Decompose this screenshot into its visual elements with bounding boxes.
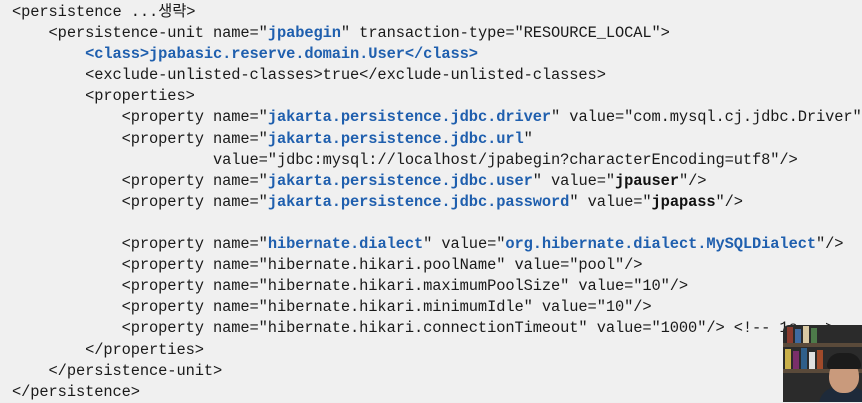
webcam-thumbnail bbox=[783, 325, 862, 402]
code-line: </persistence-unit> bbox=[12, 361, 862, 382]
code-line: <persistence-unit name="jpabegin" transa… bbox=[12, 23, 862, 44]
code-line: <property name="hibernate.hikari.connect… bbox=[12, 318, 862, 339]
code-text: "/> bbox=[678, 171, 707, 190]
code-line: </persistence> bbox=[12, 382, 862, 403]
book-icon bbox=[787, 327, 793, 343]
book-icon bbox=[793, 351, 799, 369]
code-text: "/> bbox=[815, 235, 844, 254]
code-line: <exclude-unlisted-classes>true</exclude-… bbox=[12, 65, 862, 86]
book-icon bbox=[809, 352, 815, 369]
code-text: <property name=" bbox=[12, 235, 268, 254]
value-token: jpapass bbox=[651, 192, 716, 211]
code-line: </properties> bbox=[12, 340, 862, 361]
highlighted-token: jakarta.persistence.jdbc.url bbox=[267, 129, 524, 148]
code-text: " value=" bbox=[569, 192, 652, 211]
code-text: <properties> bbox=[12, 87, 195, 106]
code-line: <property name="hibernate.hikari.minimum… bbox=[12, 297, 862, 318]
code-text: <property name=" bbox=[12, 171, 268, 190]
highlighted-token: hibernate.dialect bbox=[267, 235, 424, 254]
code-text: " value=" bbox=[532, 171, 615, 190]
code-line: <property name="jakarta.persistence.jdbc… bbox=[12, 107, 862, 128]
code-text: <property name=" bbox=[12, 192, 268, 211]
code-text: <property name="hibernate.hikari.connect… bbox=[12, 319, 835, 338]
book-icon bbox=[801, 348, 807, 369]
code-text: <exclude-unlisted-classes>true</exclude-… bbox=[12, 66, 606, 85]
code-text: <property name=" bbox=[12, 129, 268, 148]
presenter-hair bbox=[827, 353, 861, 369]
highlighted-token: jpabegin bbox=[267, 24, 341, 43]
xml-code-block: <persistence ...생략> <persistence-unit na… bbox=[12, 2, 862, 403]
book-icon bbox=[803, 326, 809, 343]
code-text: </properties> bbox=[12, 340, 204, 359]
book-icon bbox=[785, 349, 791, 369]
code-line: <property name="jakarta.persistence.jdbc… bbox=[12, 171, 862, 192]
book-icon bbox=[811, 328, 817, 343]
code-text: " transaction-type="RESOURCE_LOCAL"> bbox=[340, 24, 670, 43]
code-text: </persistence-unit> bbox=[12, 361, 223, 380]
bookshelf-icon bbox=[783, 343, 862, 347]
highlighted-token: jakarta.persistence.jdbc.user bbox=[267, 171, 533, 190]
code-text: <property name="hibernate.hikari.poolNam… bbox=[12, 256, 643, 275]
book-icon bbox=[795, 329, 801, 343]
highlighted-token: <class>jpabasic.reserve.domain.User</cla… bbox=[85, 45, 478, 64]
code-text: <persistence-unit name=" bbox=[12, 24, 268, 43]
highlighted-token: org.hibernate.dialect.MySQLDialect bbox=[505, 235, 816, 254]
code-text: <property name="hibernate.hikari.minimum… bbox=[12, 298, 652, 317]
code-line: <property name="hibernate.dialect" value… bbox=[12, 234, 862, 255]
code-viewer: <persistence ...생략> <persistence-unit na… bbox=[0, 0, 862, 402]
code-line: <properties> bbox=[12, 86, 862, 107]
code-line: <property name="jakarta.persistence.jdbc… bbox=[12, 192, 862, 213]
code-line: <property name="hibernate.hikari.poolNam… bbox=[12, 255, 862, 276]
code-text: </persistence> bbox=[12, 382, 140, 401]
code-text: " value=" bbox=[423, 235, 506, 254]
code-line: <class>jpabasic.reserve.domain.User</cla… bbox=[12, 44, 862, 65]
code-line: <persistence ...생략> bbox=[12, 2, 862, 23]
code-text: " value="com.mysql.cj.jdbc.Driver"/> bbox=[551, 108, 862, 127]
code-text: <property name=" bbox=[12, 108, 268, 127]
code-text: value="jdbc:mysql://localhost/jpabegin?c… bbox=[12, 150, 798, 169]
value-token: jpauser bbox=[615, 171, 679, 190]
code-line: value="jdbc:mysql://localhost/jpabegin?c… bbox=[12, 150, 862, 171]
highlighted-token: jakarta.persistence.jdbc.password bbox=[267, 192, 570, 211]
book-icon bbox=[817, 350, 823, 369]
code-text: <property name="hibernate.hikari.maximum… bbox=[12, 277, 689, 296]
code-line: <property name="hibernate.hikari.maximum… bbox=[12, 276, 862, 297]
code-text: " bbox=[523, 129, 533, 148]
highlighted-token: jakarta.persistence.jdbc.driver bbox=[267, 108, 552, 127]
code-text: "/> bbox=[715, 192, 744, 211]
code-line: <property name="jakarta.persistence.jdbc… bbox=[12, 129, 862, 150]
code-text: <persistence ...생략> bbox=[12, 3, 196, 21]
